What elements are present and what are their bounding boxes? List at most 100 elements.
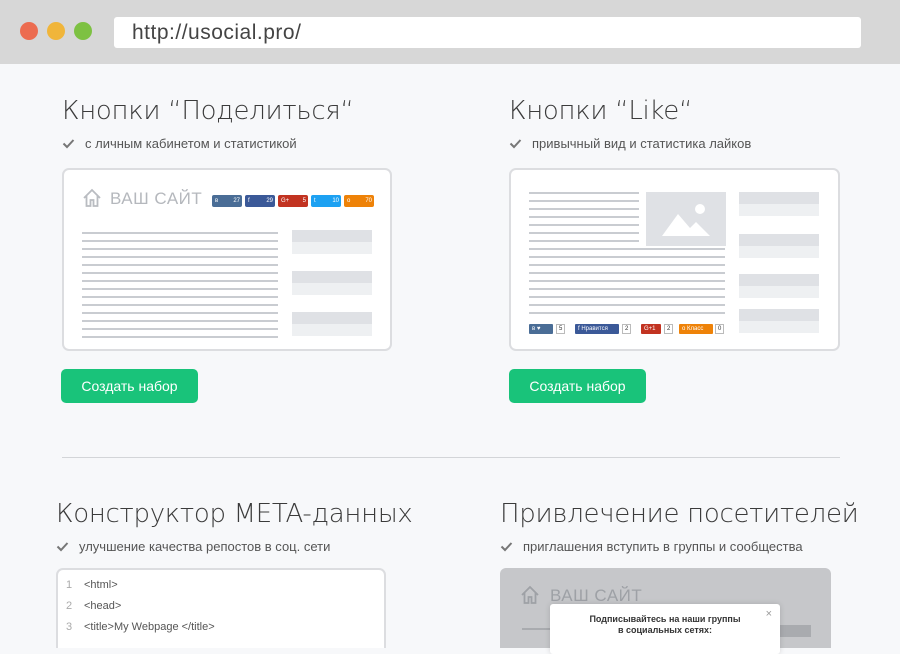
vk-like-count: 5 <box>556 324 566 334</box>
google-plus-icon: G+ <box>281 198 290 204</box>
content-line <box>529 192 639 194</box>
twitter-share-count: 10 <box>332 198 339 204</box>
address-bar[interactable]: http://usocial.pro/ <box>114 17 861 48</box>
content-line <box>529 312 725 314</box>
content-line <box>82 272 278 274</box>
code-text: <head> <box>84 600 122 612</box>
twitter-share-button[interactable]: t 10 <box>311 195 341 207</box>
line-number: 2 <box>66 600 73 612</box>
minimize-window-button[interactable] <box>47 22 65 40</box>
odnoklassniki-share-button[interactable]: о 70 <box>344 195 374 207</box>
content-line <box>529 232 639 234</box>
odnoklassniki-like-label: Класс <box>687 326 704 332</box>
sidebar-block <box>739 246 819 258</box>
odnoklassniki-like-count: 0 <box>715 324 725 334</box>
content-line <box>82 280 278 282</box>
sidebar-block <box>739 286 819 298</box>
section-divider <box>62 457 840 458</box>
visitors-section-subtitle: приглашения вступить в группы и сообщест… <box>500 539 803 554</box>
content-line <box>82 336 278 338</box>
content-line <box>82 288 278 290</box>
vk-like-button[interactable]: в ♥ <box>529 324 553 334</box>
content-line <box>529 288 725 290</box>
close-window-button[interactable] <box>20 22 38 40</box>
content-line <box>82 312 278 314</box>
odnoklassniki-icon: о <box>682 326 686 332</box>
content-line <box>82 256 278 258</box>
popup-heading-line-1: Подписывайтесь на наши группы <box>589 614 741 624</box>
content-line <box>529 256 725 258</box>
line-number: 3 <box>66 621 73 633</box>
share-preview-card: ВАШ САЙТ в 27 f 29 G+ 5 t 10 о 70 <box>62 168 392 351</box>
sidebar-block <box>739 192 819 204</box>
odnoklassniki-like-button[interactable]: о Класс <box>679 324 713 334</box>
facebook-share-count: 29 <box>266 198 273 204</box>
check-icon <box>62 137 75 150</box>
google-plus-one-button[interactable]: G+1 <box>641 324 661 334</box>
sidebar-block <box>739 321 819 333</box>
popup-heading-line-2: в социальных сетях: <box>617 625 713 635</box>
content-line <box>529 216 639 218</box>
content-line <box>529 264 725 266</box>
content-line <box>529 296 725 298</box>
facebook-share-button[interactable]: f 29 <box>245 195 275 207</box>
check-icon <box>500 540 513 553</box>
sidebar-block <box>739 274 819 286</box>
code-editor-preview: 1 <html> 2 <head> 3 <title>My Webpage </tit… <box>56 568 386 648</box>
home-icon <box>520 585 540 610</box>
visitors-section-title: Привлечение посетителей <box>500 499 859 529</box>
content-line <box>529 208 639 210</box>
site-label: ВАШ САЙТ <box>110 189 203 208</box>
code-line: 3 <title>My Webpage </title> <box>66 621 215 633</box>
site-label: ВАШ САЙТ <box>550 586 643 605</box>
content-line <box>529 200 639 202</box>
subscribe-popup: × Подписывайтесь на наши группы в социал… <box>550 604 780 654</box>
code-line: 1 <html> <box>66 579 118 591</box>
facebook-icon: f <box>248 198 250 204</box>
like-preview-card: в ♥ 5 f Нравится 2 G+1 2 о Класс 0 <box>509 168 840 351</box>
content-line <box>529 224 639 226</box>
content-line <box>82 248 278 250</box>
google-plus-count: 2 <box>664 324 674 334</box>
facebook-like-label: Нравится <box>581 326 608 332</box>
twitter-icon: t <box>314 198 316 204</box>
content-line <box>82 240 278 242</box>
line-number: 1 <box>66 579 73 591</box>
odnoklassniki-share-count: 70 <box>365 198 372 204</box>
facebook-like-button[interactable]: f Нравится <box>575 324 619 334</box>
vk-icon: в <box>215 198 219 204</box>
vk-share-button[interactable]: в 27 <box>212 195 242 207</box>
vk-heart-icon: в ♥ <box>532 326 541 332</box>
create-like-set-button[interactable]: Создать набор <box>509 369 646 403</box>
vk-share-count: 27 <box>233 198 240 204</box>
code-line: 2 <head> <box>66 600 121 612</box>
create-share-set-button[interactable]: Создать набор <box>61 369 198 403</box>
maximize-window-button[interactable] <box>74 22 92 40</box>
sidebar-block <box>739 309 819 321</box>
meta-section-title: Конструктор META-данных <box>56 499 413 529</box>
google-plus-icon: G+1 <box>644 326 656 332</box>
visitors-subtitle-text: приглашения вступить в группы и сообщест… <box>523 539 803 554</box>
facebook-icon: f <box>578 326 580 332</box>
sidebar-block <box>739 204 819 216</box>
home-icon <box>82 188 102 213</box>
sidebar-block <box>292 312 372 324</box>
share-subtitle-text: с личным кабинетом и статистикой <box>85 136 297 151</box>
content-line <box>82 320 278 322</box>
share-section-title: Кнопки “Поделиться“ <box>62 96 354 126</box>
sidebar-block <box>292 283 372 295</box>
check-icon <box>509 137 522 150</box>
google-plus-share-count: 5 <box>302 198 306 204</box>
image-icon <box>660 200 712 243</box>
like-subtitle-text: привычный вид и статистика лайков <box>532 136 752 151</box>
odnoklassniki-icon: о <box>347 198 351 204</box>
sidebar-block <box>292 271 372 283</box>
content-line <box>529 240 639 242</box>
facebook-like-count: 2 <box>622 324 632 334</box>
like-section-subtitle: привычный вид и статистика лайков <box>509 136 751 151</box>
sidebar-block <box>292 230 372 242</box>
meta-section-subtitle: улучшение качества репостов в соц. сети <box>56 539 330 554</box>
google-plus-share-button[interactable]: G+ 5 <box>278 195 308 207</box>
content-line <box>529 272 725 274</box>
sidebar-block <box>739 234 819 246</box>
